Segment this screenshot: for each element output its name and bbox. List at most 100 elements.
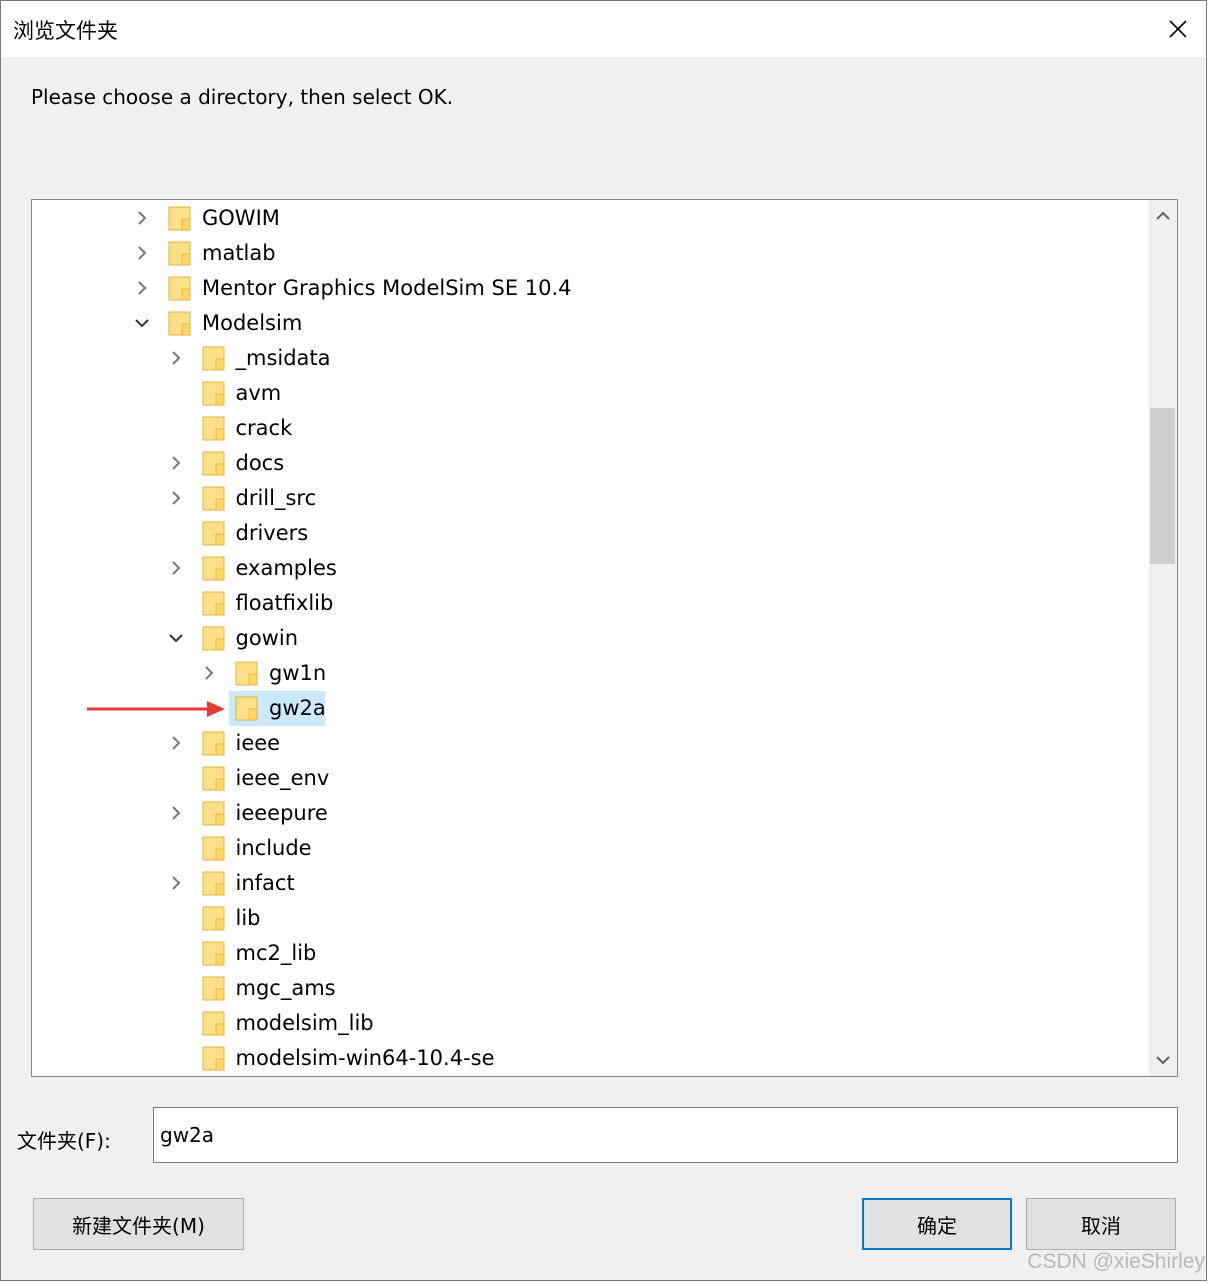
cancel-button[interactable]: 取消 <box>1026 1198 1176 1250</box>
tree-item[interactable]: lib <box>32 901 1149 936</box>
tree-item[interactable]: gowin <box>32 621 1149 656</box>
folder-icon <box>202 486 224 511</box>
ok-button[interactable]: 确定 <box>862 1198 1012 1250</box>
tree-item[interactable]: drill_src <box>32 481 1149 516</box>
scroll-down-button[interactable] <box>1149 1046 1177 1074</box>
chevron-right-icon[interactable] <box>166 803 186 823</box>
tree-item-label: avm <box>235 381 282 405</box>
tree-item-label: drill_src <box>235 486 317 510</box>
tree-item-label: lib <box>235 906 261 930</box>
tree-item[interactable]: floatfixlib <box>32 586 1149 621</box>
red-arrow-annotation <box>87 701 225 717</box>
title-bar: 浏览文件夹 <box>1 1 1206 57</box>
tree-item-label: _msidata <box>235 346 331 370</box>
scroll-thumb[interactable] <box>1150 408 1175 564</box>
tree-item[interactable]: ieee <box>32 726 1149 761</box>
tree-item-label: Mentor Graphics ModelSim SE 10.4 <box>202 276 572 300</box>
folder-icon <box>202 731 224 756</box>
tree-item[interactable]: ieeepure <box>32 796 1149 831</box>
tree-item[interactable]: mc2_lib <box>32 936 1149 971</box>
tree-item[interactable]: infact <box>32 866 1149 901</box>
chevron-right-icon[interactable] <box>166 733 186 753</box>
chevron-down-icon[interactable] <box>166 628 186 648</box>
tree-item[interactable]: include <box>32 831 1149 866</box>
chevron-right-icon[interactable] <box>166 453 186 473</box>
folder-icon <box>202 906 224 931</box>
chevron-right-icon[interactable] <box>132 208 152 228</box>
vertical-scrollbar[interactable] <box>1149 200 1177 1076</box>
tree-item-label: matlab <box>202 241 276 265</box>
tree-item-label: crack <box>235 416 293 440</box>
folder-name-input[interactable] <box>153 1107 1178 1163</box>
folder-icon <box>202 381 224 406</box>
tree-item[interactable]: examples <box>32 551 1149 586</box>
folder-icon <box>202 871 224 896</box>
tree-item-label: Modelsim <box>202 311 303 335</box>
watermark: CSDN @xieShirley <box>1027 1250 1205 1273</box>
chevron-right-icon[interactable] <box>166 348 186 368</box>
tree-item[interactable]: drivers <box>32 516 1149 551</box>
tree-item[interactable]: modelsim_lib <box>32 1006 1149 1041</box>
chevron-right-icon[interactable] <box>132 243 152 263</box>
chevron-right-icon[interactable] <box>132 278 152 298</box>
tree-item-label: include <box>235 836 312 860</box>
chevron-down-icon <box>1156 1056 1170 1065</box>
tree-item-label: infact <box>235 871 295 895</box>
chevron-down-icon[interactable] <box>132 313 152 333</box>
folder-icon <box>202 836 224 861</box>
browse-folder-dialog: 浏览文件夹 Please choose a directory, then se… <box>0 0 1207 1281</box>
tree-item-label: mc2_lib <box>235 941 317 965</box>
chevron-right-icon[interactable] <box>166 873 186 893</box>
close-button[interactable] <box>1160 11 1196 47</box>
tree-item-label: ieeepure <box>235 801 328 825</box>
tree-item[interactable]: mgc_ams <box>32 971 1149 1006</box>
folder-icon <box>202 766 224 791</box>
chevron-up-icon <box>1156 211 1170 220</box>
tree-item-label: gw1n <box>269 661 327 685</box>
window-title: 浏览文件夹 <box>13 19 118 43</box>
new-folder-button[interactable]: 新建文件夹(M) <box>33 1198 244 1250</box>
folder-icon <box>168 241 191 266</box>
chevron-right-icon[interactable] <box>166 488 186 508</box>
tree-item[interactable]: modelsim-win64-10.4-se <box>32 1041 1149 1076</box>
folder-icon <box>168 276 191 301</box>
folder-icon <box>202 346 224 371</box>
folder-field-label: 文件夹(F): <box>17 1129 111 1153</box>
tree-item-label: gowin <box>235 626 299 650</box>
tree-item-label: mgc_ams <box>235 976 336 1000</box>
tree-item-label: docs <box>235 451 285 475</box>
tree-item[interactable]: gw1n <box>32 656 1149 691</box>
close-icon <box>1169 20 1187 38</box>
folder-icon <box>202 976 224 1001</box>
folder-icon <box>202 1046 224 1071</box>
tree-item-label: modelsim-win64-10.4-se <box>235 1046 495 1070</box>
tree-item[interactable]: avm <box>32 376 1149 411</box>
folder-icon <box>202 941 224 966</box>
tree-item-label: gw2a <box>269 696 326 720</box>
tree-item[interactable]: ieee_env <box>32 761 1149 796</box>
scroll-up-button[interactable] <box>1149 202 1177 230</box>
chevron-right-icon[interactable] <box>166 558 186 578</box>
tree-item-label: ieee_env <box>235 766 330 790</box>
folder-tree[interactable]: GOWIM matlab Mentor Graphics ModelSim SE 1… <box>31 199 1178 1077</box>
folder-icon <box>202 591 224 616</box>
tree-item-label: modelsim_lib <box>235 1011 374 1035</box>
chevron-right-icon[interactable] <box>199 663 219 683</box>
tree-item-label: examples <box>235 556 337 580</box>
folder-icon <box>168 311 191 336</box>
folder-icon <box>235 661 258 686</box>
folder-icon <box>202 1011 224 1036</box>
tree-item[interactable]: _msidata <box>32 341 1149 376</box>
tree-item[interactable]: matlab <box>32 236 1149 271</box>
instruction-text: Please choose a directory, then select O… <box>31 85 454 109</box>
tree-item[interactable]: Modelsim <box>32 306 1149 341</box>
folder-icon <box>202 451 224 476</box>
folder-icon <box>168 206 191 231</box>
folder-icon <box>202 416 224 441</box>
tree-item[interactable]: GOWIM <box>32 201 1149 236</box>
tree-item[interactable]: Mentor Graphics ModelSim SE 10.4 <box>32 271 1149 306</box>
folder-icon <box>202 626 224 651</box>
tree-item-label: GOWIM <box>202 206 280 230</box>
tree-item[interactable]: docs <box>32 446 1149 481</box>
tree-item[interactable]: crack <box>32 411 1149 446</box>
